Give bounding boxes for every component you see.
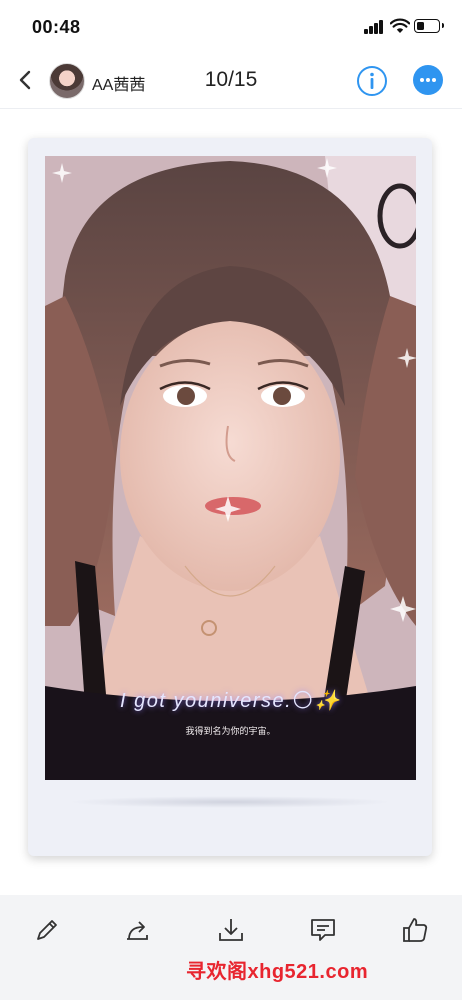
- page-counter: 10/15: [204, 68, 258, 91]
- watermark-text: 寻欢阁xhg521.com: [186, 961, 369, 983]
- caption-emoji: 🌕✨: [292, 690, 341, 712]
- share-icon[interactable]: [123, 915, 153, 945]
- avatar[interactable]: [49, 63, 85, 99]
- photo-subcaption: 我得到名为你的宇宙。: [185, 726, 276, 736]
- status-time: 00:48: [32, 17, 81, 37]
- polaroid-frame: I got youniverse.🌕✨ 我得到名为你的宇宙。: [28, 138, 432, 856]
- bottom-toolbar: 寻欢阁xhg521.com: [0, 895, 462, 1000]
- photo[interactable]: I got youniverse.🌕✨ 我得到名为你的宇宙。: [45, 156, 416, 780]
- photo-caption: I got youniverse.🌕✨: [45, 688, 416, 713]
- info-icon[interactable]: [356, 65, 388, 97]
- pencil-icon[interactable]: [32, 915, 62, 945]
- status-bar: 00:48: [0, 0, 462, 52]
- photo-viewer: I got youniverse.🌕✨ 我得到名为你的宇宙。: [0, 109, 462, 895]
- download-icon[interactable]: [216, 915, 246, 945]
- thumbs-up-icon[interactable]: [400, 915, 430, 945]
- wifi-icon: [390, 18, 410, 33]
- signal-icon: [364, 20, 386, 34]
- nav-bar: AA茜茜 10/15: [0, 52, 462, 109]
- more-icon[interactable]: [413, 65, 443, 95]
- chevron-left-icon[interactable]: [12, 66, 40, 94]
- polaroid-shadow: [68, 796, 392, 808]
- battery-icon: [414, 19, 444, 33]
- user-name[interactable]: AA茜茜: [92, 71, 145, 95]
- comment-icon[interactable]: [308, 915, 338, 945]
- caption-text: I got youniverse.: [119, 690, 293, 712]
- photo-illustration: [45, 156, 416, 780]
